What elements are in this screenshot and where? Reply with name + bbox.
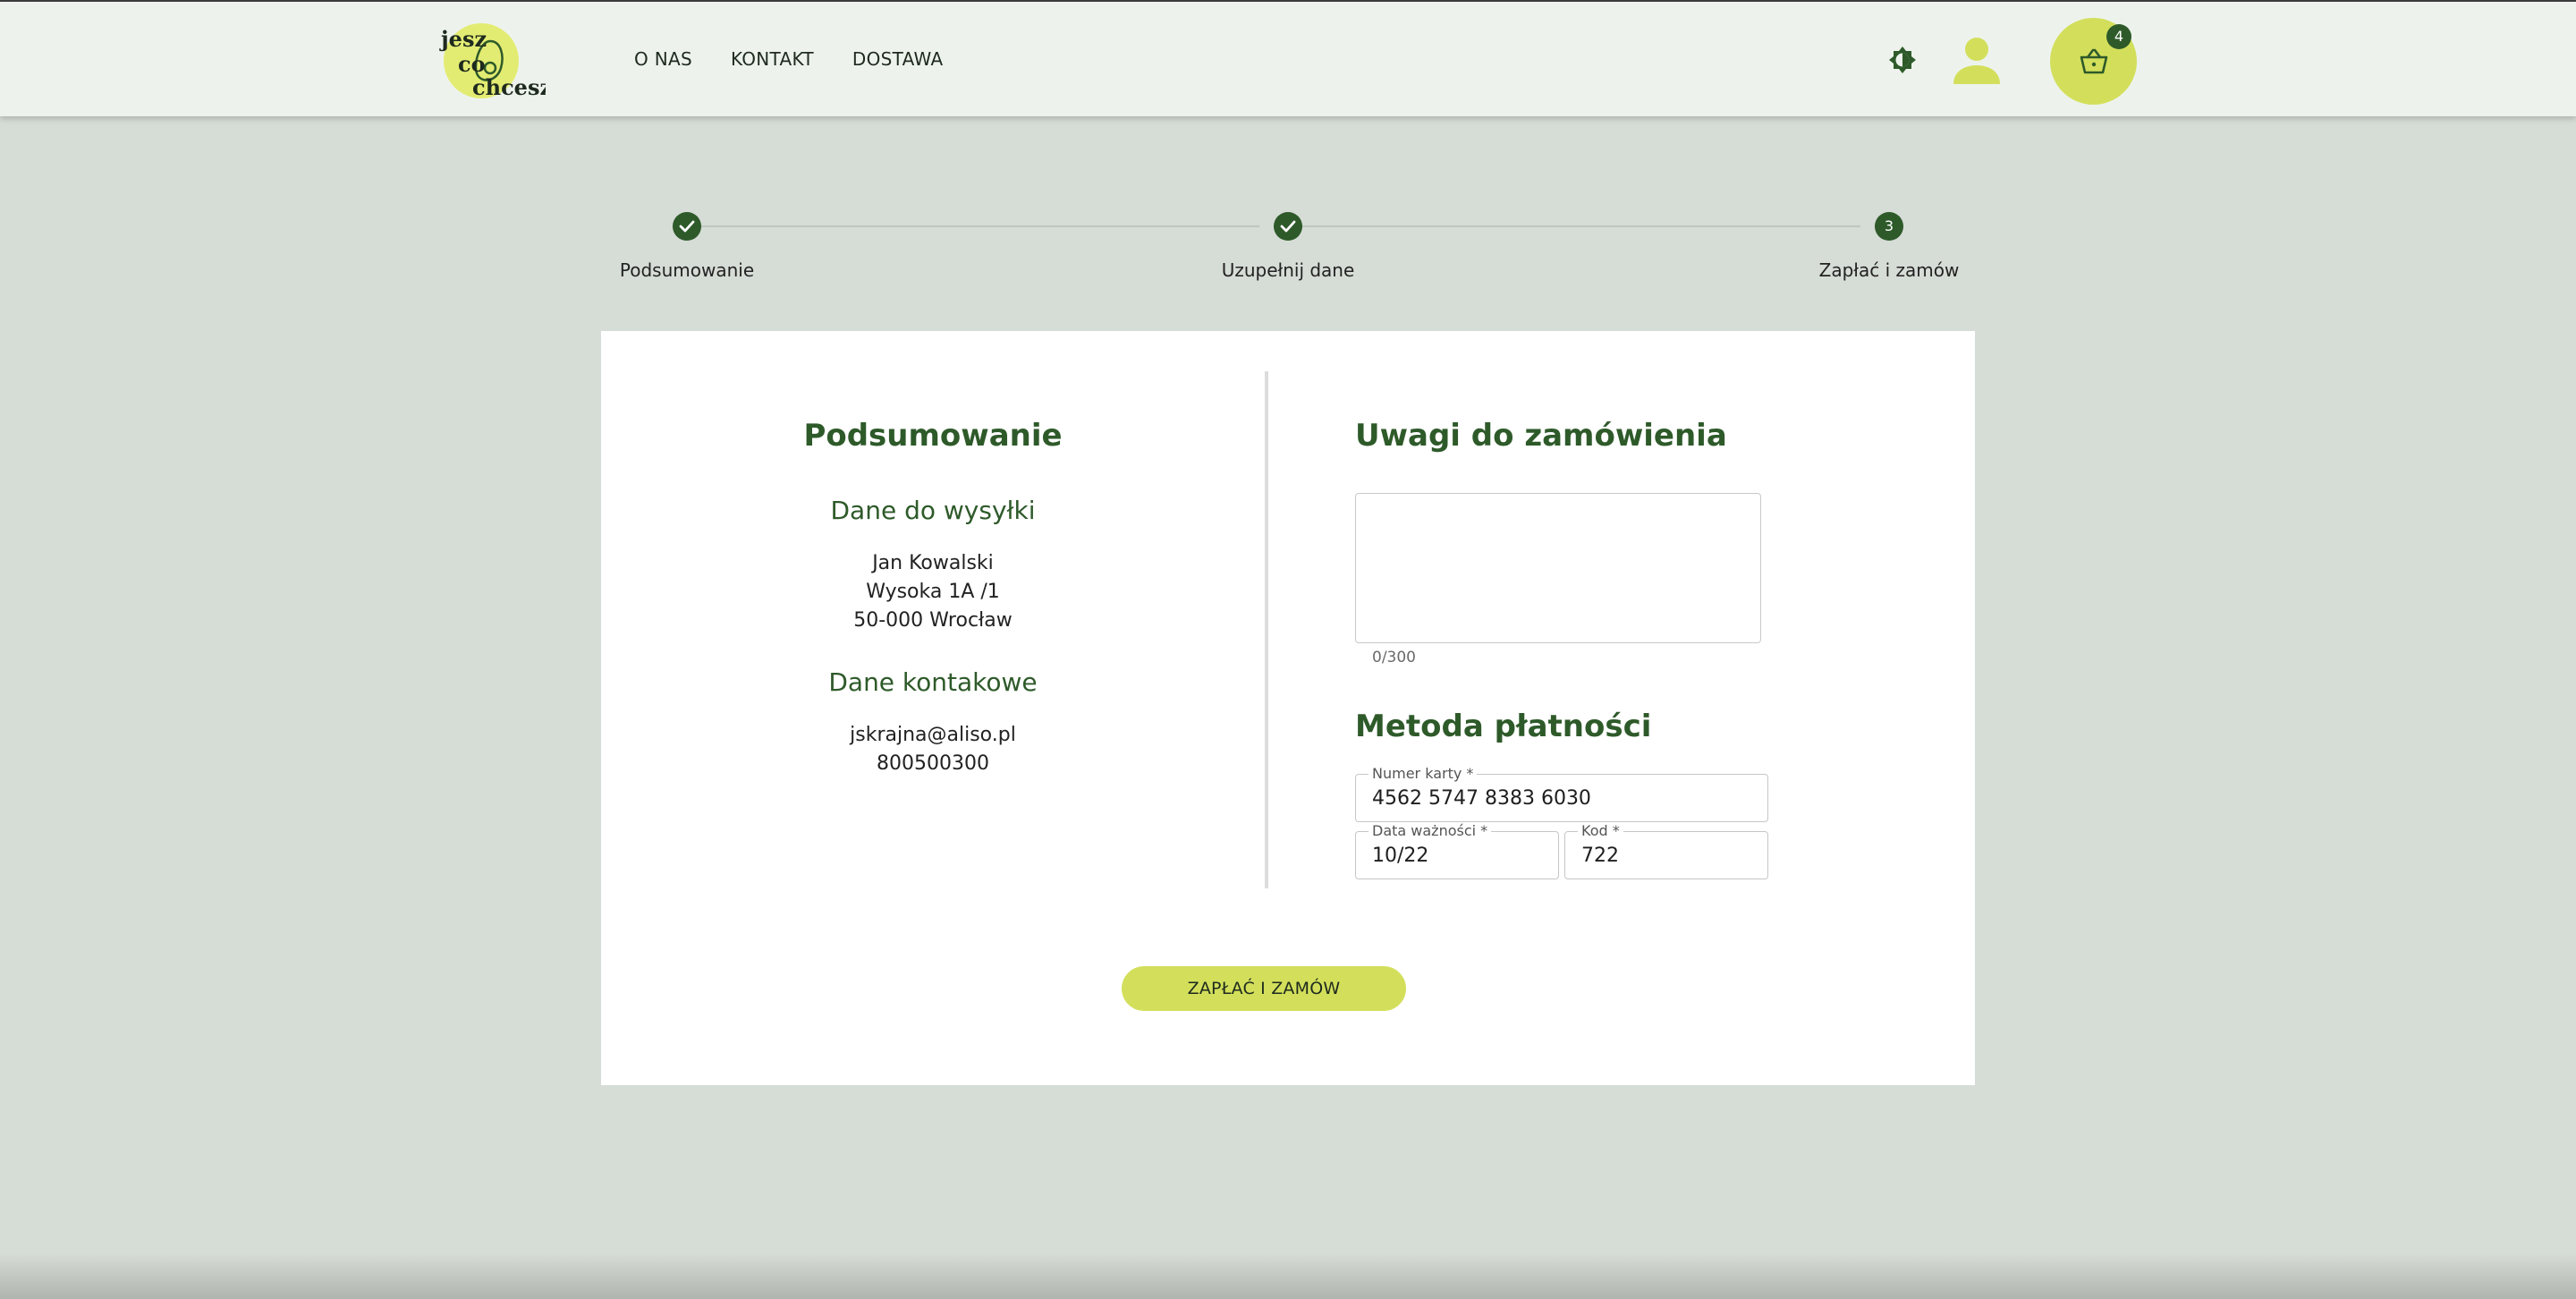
shipping-street: Wysoka 1A /1 — [866, 581, 1000, 603]
check-icon — [679, 220, 695, 233]
pay-and-order-button[interactable]: ZAPŁAĆ I ZAMÓW — [1122, 966, 1406, 1011]
step-label-uzupelnij: Uzupełnij dane — [1221, 259, 1355, 281]
expiry-date-label: Data ważności * — [1368, 822, 1492, 839]
step-label-zaplac: Zapłać i zamów — [1818, 259, 1960, 281]
window-bottom-shadow — [0, 1252, 2576, 1299]
contact-phone: 800500300 — [877, 752, 989, 775]
step-2-done — [1274, 212, 1302, 241]
contact-title: Dane kontakowe — [828, 667, 1038, 697]
summary-title: Podsumowanie — [803, 418, 1063, 454]
checkout-card: Podsumowanie Dane do wysyłki Jan Kowalsk… — [601, 331, 1975, 1085]
notes-char-counter: 0/300 — [1372, 649, 1416, 666]
expiry-date-value: 10/22 — [1372, 845, 1429, 867]
check-icon — [1280, 220, 1296, 233]
shipping-city: 50-000 Wrocław — [853, 609, 1013, 632]
cvv-code-value: 722 — [1581, 845, 1619, 867]
notes-title: Uwagi do zamówienia — [1355, 418, 1727, 454]
column-divider — [1265, 371, 1268, 888]
checkout-page: jesz co chcesz O NAS KONTAKT DOSTAWA 4 3… — [0, 0, 2576, 1299]
shipping-title: Dane do wysyłki — [830, 496, 1036, 525]
step-connector — [701, 225, 1259, 227]
expiry-date-field[interactable]: Data ważności * 10/22 — [1355, 822, 1559, 879]
cvv-code-label: Kod * — [1578, 822, 1623, 839]
shipping-address: Jan Kowalski Wysoka 1A /1 50-000 Wrocław — [601, 549, 1265, 635]
card-number-label: Numer karty * — [1368, 765, 1478, 782]
contact-email: jskrajna@aliso.pl — [850, 724, 1016, 746]
cvv-code-field[interactable]: Kod * 722 — [1564, 822, 1768, 879]
step-label-podsumowanie: Podsumowanie — [619, 259, 755, 281]
order-notes-textarea[interactable] — [1355, 493, 1761, 643]
step-1-done — [673, 212, 701, 241]
payment-title: Metoda płatności — [1355, 709, 1652, 744]
card-number-field[interactable]: Numer karty * 4562 5747 8383 6030 — [1355, 765, 1768, 822]
checkout-stepper: 3 Podsumowanie Uzupełnij dane Zapłać i z… — [0, 0, 2576, 304]
step-connector — [1302, 225, 1860, 227]
step-3-active: 3 — [1875, 212, 1903, 241]
card-number-value: 4562 5747 8383 6030 — [1372, 787, 1591, 810]
shipping-name: Jan Kowalski — [872, 552, 994, 574]
contact-info: jskrajna@aliso.pl 800500300 — [601, 721, 1265, 778]
